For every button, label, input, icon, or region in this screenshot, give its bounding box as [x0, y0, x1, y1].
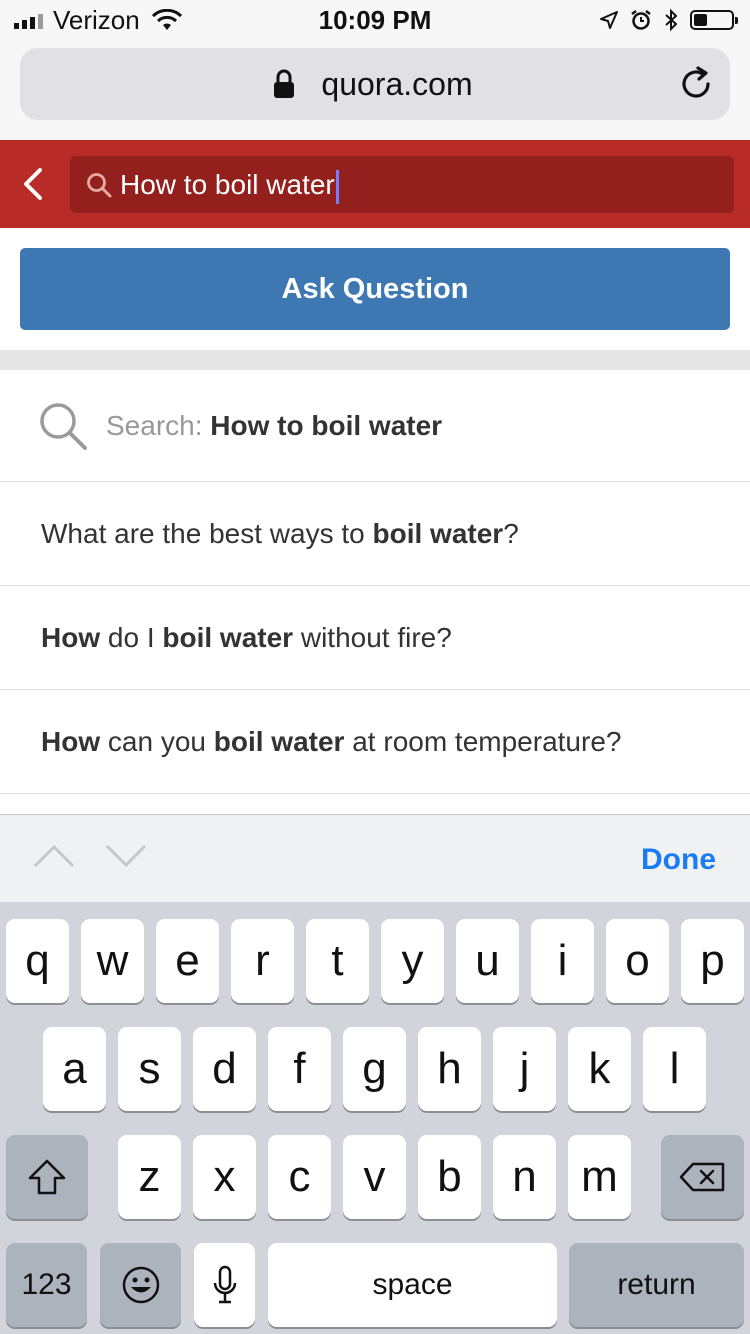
search-icon	[40, 402, 87, 450]
key-c[interactable]: c	[268, 1135, 331, 1219]
url-text[interactable]: quora.com	[0, 48, 750, 120]
search-query: How to boil water	[120, 169, 335, 200]
key-y[interactable]: y	[381, 919, 444, 1003]
microphone-icon	[213, 1265, 236, 1304]
suggestion-keyword: How	[41, 725, 101, 757]
key-w[interactable]: w	[81, 919, 144, 1003]
return-key[interactable]: return	[569, 1243, 744, 1327]
key-f[interactable]: f	[268, 1027, 331, 1111]
chevron-up-icon[interactable]	[32, 842, 76, 870]
key-p[interactable]: p	[681, 919, 744, 1003]
key-e[interactable]: e	[156, 919, 219, 1003]
chevron-down-icon[interactable]	[104, 842, 148, 870]
numbers-key[interactable]: 123	[6, 1243, 87, 1327]
suggestion-text: can you	[100, 725, 214, 757]
space-key[interactable]: space	[268, 1243, 557, 1327]
emoji-key[interactable]	[100, 1243, 181, 1327]
key-r[interactable]: r	[231, 919, 294, 1003]
url-label: quora.com	[321, 66, 473, 102]
key-d[interactable]: d	[193, 1027, 256, 1111]
alarm-icon	[631, 10, 651, 30]
search-suggestion-row[interactable]: Search: How to boil water	[0, 370, 750, 482]
section-divider	[0, 350, 750, 370]
key-m[interactable]: m	[568, 1135, 631, 1219]
shift-key[interactable]	[6, 1135, 88, 1219]
reload-icon[interactable]	[676, 64, 716, 104]
delete-key[interactable]	[661, 1135, 744, 1219]
back-icon[interactable]	[18, 164, 48, 204]
search-prefix: Search:	[106, 409, 203, 441]
suggestion-text: at room temperature?	[344, 725, 622, 757]
suggestion-keyword: boil water	[162, 621, 294, 653]
suggestion-keyword: boil water	[213, 725, 345, 757]
key-u[interactable]: u	[456, 919, 519, 1003]
key-q[interactable]: q	[6, 919, 69, 1003]
search-input[interactable]: How to boil water	[120, 156, 339, 213]
suggestion-text: without fire?	[293, 621, 452, 653]
suggestion-text: ?	[503, 517, 519, 549]
search-icon	[87, 173, 112, 198]
question-suggestion[interactable]: How can you boil water at room temperatu…	[0, 690, 750, 794]
suggestion-keyword: How	[41, 621, 101, 653]
keyboard: qwertyuiop asdfghjkl zxcvbnm 123 space r…	[0, 902, 750, 1334]
status-icons	[600, 4, 738, 36]
done-button[interactable]: Done	[641, 838, 716, 882]
search-suggestion-query: How to boil water	[210, 409, 443, 441]
key-n[interactable]: n	[493, 1135, 556, 1219]
key-v[interactable]: v	[343, 1135, 406, 1219]
key-l[interactable]: l	[643, 1027, 706, 1111]
shift-icon	[28, 1159, 66, 1195]
question-suggestion[interactable]: How do I boil water without fire?	[0, 586, 750, 690]
suggestion-keyword: boil water	[372, 517, 504, 549]
bluetooth-icon	[665, 9, 678, 31]
key-a[interactable]: a	[43, 1027, 106, 1111]
emoji-icon	[122, 1266, 159, 1304]
delete-icon	[679, 1162, 724, 1192]
key-g[interactable]: g	[343, 1027, 406, 1111]
key-z[interactable]: z	[118, 1135, 181, 1219]
battery-icon	[690, 10, 738, 30]
key-t[interactable]: t	[306, 919, 369, 1003]
question-suggestion[interactable]: What are the best ways to boil water?	[0, 482, 750, 586]
suggestion-text: do I	[100, 621, 163, 653]
key-o[interactable]: o	[606, 919, 669, 1003]
key-h[interactable]: h	[418, 1027, 481, 1111]
suggestion-text: What are the best ways to	[41, 517, 373, 549]
key-k[interactable]: k	[568, 1027, 631, 1111]
key-s[interactable]: s	[118, 1027, 181, 1111]
key-i[interactable]: i	[531, 919, 594, 1003]
key-j[interactable]: j	[493, 1027, 556, 1111]
dictation-key[interactable]	[194, 1243, 255, 1327]
location-icon	[600, 11, 618, 29]
key-b[interactable]: b	[418, 1135, 481, 1219]
text-caret	[335, 169, 339, 204]
key-x[interactable]: x	[193, 1135, 256, 1219]
ask-question-button[interactable]: Ask Question	[20, 248, 730, 330]
battery-level	[694, 14, 707, 26]
